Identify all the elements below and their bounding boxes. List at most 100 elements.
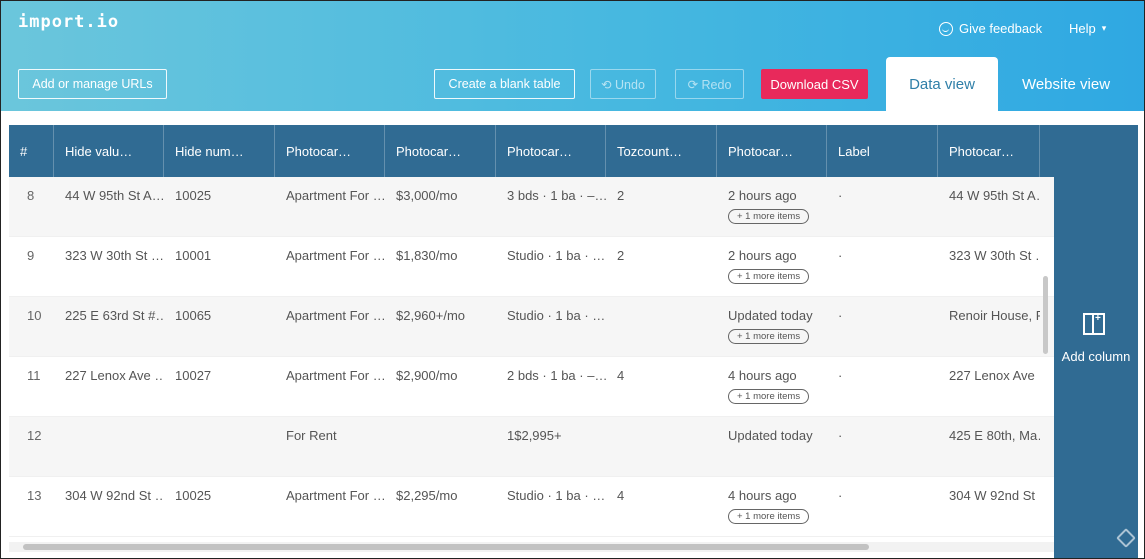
app-window: import.io Give feedback Help ▾ Add or ma… bbox=[0, 0, 1145, 559]
give-feedback-label: Give feedback bbox=[959, 21, 1043, 36]
table-row[interactable]: 13 304 W 92nd St … 10025 Apartment For …… bbox=[9, 477, 1054, 537]
table-cell[interactable]: 1$2,995+ bbox=[496, 417, 606, 476]
give-feedback-link[interactable]: Give feedback bbox=[939, 21, 1042, 36]
column-header[interactable]: Label bbox=[827, 125, 938, 177]
add-manage-urls-button[interactable]: Add or manage URLs bbox=[18, 69, 167, 99]
table-cell[interactable]: · bbox=[827, 357, 938, 416]
table-body: 8 44 W 95th St A… 10025 Apartment For … … bbox=[9, 177, 1054, 537]
table-cell[interactable]: 10025 bbox=[164, 177, 275, 236]
smiley-icon bbox=[939, 21, 953, 36]
cell-value: Updated today bbox=[728, 428, 813, 443]
table-row[interactable]: 8 44 W 95th St A… 10025 Apartment For … … bbox=[9, 177, 1054, 237]
table-cell[interactable]: 2 bbox=[606, 237, 717, 296]
vertical-scrollbar[interactable] bbox=[1043, 276, 1048, 354]
table-cell[interactable]: 227 Lenox Ave … bbox=[938, 357, 1040, 416]
table-cell[interactable]: Apartment For … bbox=[275, 357, 385, 416]
table-cell[interactable]: 425 E 80th, Ma… bbox=[938, 417, 1040, 476]
table-cell[interactable]: Updated today bbox=[717, 417, 827, 476]
table-cell[interactable]: 227 Lenox Ave … bbox=[54, 357, 164, 416]
row-number: 9 bbox=[27, 248, 35, 263]
table-cell[interactable]: 225 E 63rd St #… bbox=[54, 297, 164, 356]
table-cell[interactable]: $3,000/mo bbox=[385, 177, 496, 236]
table-cell[interactable]: 304 W 92nd St … bbox=[54, 477, 164, 536]
cell-value: 2 hours ago bbox=[728, 188, 797, 203]
help-menu[interactable]: Help ▾ bbox=[1069, 21, 1106, 36]
table-cell[interactable]: · bbox=[827, 297, 938, 356]
column-header[interactable]: Tozcount… bbox=[606, 125, 717, 177]
horizontal-scrollbar[interactable] bbox=[23, 544, 869, 550]
cell-value: Updated today bbox=[728, 308, 813, 323]
table-cell[interactable]: 2 bbox=[606, 177, 717, 236]
more-items-badge[interactable]: + 1 more items bbox=[728, 389, 810, 404]
table-cell[interactable] bbox=[606, 297, 717, 356]
table-cell[interactable]: 2 bds · 1 ba · –… bbox=[496, 357, 606, 416]
table-cell[interactable]: Renoir House, R bbox=[938, 297, 1040, 356]
table-cell[interactable]: 10025 bbox=[164, 477, 275, 536]
table-row[interactable]: 10 225 E 63rd St #… 10065 Apartment For … bbox=[9, 297, 1054, 357]
redo-button[interactable]: ⟳ Redo bbox=[675, 69, 744, 99]
table-cell[interactable] bbox=[54, 417, 164, 476]
table-cell[interactable]: 4 bbox=[606, 477, 717, 536]
table-cell[interactable]: 4 hours ago + 1 more items bbox=[717, 477, 827, 536]
column-header[interactable]: Hide valu… bbox=[54, 125, 164, 177]
table-cell[interactable]: Updated today + 1 more items bbox=[717, 297, 827, 356]
table-cell[interactable]: Studio · 1 ba · … bbox=[496, 237, 606, 296]
row-number: 12 bbox=[27, 428, 42, 443]
cell-value: 4 hours ago bbox=[728, 368, 797, 383]
table-cell[interactable]: Studio · 1 ba · … bbox=[496, 297, 606, 356]
add-column-label: Add column bbox=[1061, 349, 1131, 364]
app-logo: import.io bbox=[18, 12, 120, 32]
column-header[interactable]: # bbox=[9, 125, 54, 177]
table-cell[interactable]: 10001 bbox=[164, 237, 275, 296]
table-cell[interactable]: 44 W 95th St A… bbox=[938, 177, 1040, 236]
undo-button[interactable]: ⟲ Undo bbox=[590, 69, 656, 99]
table-cell[interactable]: · bbox=[827, 417, 938, 476]
table-cell[interactable]: 4 bbox=[606, 357, 717, 416]
more-items-badge[interactable]: + 1 more items bbox=[728, 329, 810, 344]
table-cell[interactable]: · bbox=[827, 477, 938, 536]
table-cell[interactable]: 2 hours ago + 1 more items bbox=[717, 237, 827, 296]
table-cell[interactable]: Apartment For … bbox=[275, 177, 385, 236]
table-cell[interactable]: $2,900/mo bbox=[385, 357, 496, 416]
table-cell[interactable]: 3 bds · 1 ba · –… bbox=[496, 177, 606, 236]
table-cell[interactable]: · bbox=[827, 177, 938, 236]
table-cell[interactable]: Apartment For … bbox=[275, 477, 385, 536]
table-cell[interactable]: 10065 bbox=[164, 297, 275, 356]
table-cell[interactable] bbox=[164, 417, 275, 476]
download-csv-button[interactable]: Download CSV bbox=[761, 69, 868, 99]
column-header[interactable]: Photocar… bbox=[385, 125, 496, 177]
table-row[interactable]: 9 323 W 30th St … 10001 Apartment For … … bbox=[9, 237, 1054, 297]
table-cell[interactable]: Studio · 1 ba · … bbox=[496, 477, 606, 536]
column-header[interactable]: Hide num… bbox=[164, 125, 275, 177]
table-cell[interactable]: 304 W 92nd St … bbox=[938, 477, 1040, 536]
table-cell[interactable]: Apartment For … bbox=[275, 297, 385, 356]
create-blank-table-button[interactable]: Create a blank table bbox=[434, 69, 575, 99]
table-cell[interactable]: 4 hours ago + 1 more items bbox=[717, 357, 827, 416]
table-cell[interactable]: 323 W 30th St … bbox=[938, 237, 1040, 296]
table-cell[interactable]: $2,295/mo bbox=[385, 477, 496, 536]
table-cell[interactable]: · bbox=[827, 237, 938, 296]
column-header[interactable]: Photocar… bbox=[496, 125, 606, 177]
table-row[interactable]: 12 For Rent 1$2,995+ Updated today · 425… bbox=[9, 417, 1054, 477]
table-cell[interactable]: $2,960+/mo bbox=[385, 297, 496, 356]
more-items-badge[interactable]: + 1 more items bbox=[728, 209, 810, 224]
table-cell[interactable] bbox=[606, 417, 717, 476]
table-cell[interactable]: 323 W 30th St … bbox=[54, 237, 164, 296]
table-cell[interactable]: Apartment For … bbox=[275, 237, 385, 296]
table-cell[interactable]: For Rent bbox=[275, 417, 385, 476]
add-column-button[interactable]: Add column bbox=[1054, 125, 1138, 558]
table-cell[interactable]: $1,830/mo bbox=[385, 237, 496, 296]
column-header[interactable]: Photocar… bbox=[938, 125, 1040, 177]
tab-data-view[interactable]: Data view bbox=[886, 57, 998, 111]
tab-website-view[interactable]: Website view bbox=[1006, 57, 1126, 111]
table-cell[interactable]: 10027 bbox=[164, 357, 275, 416]
column-header[interactable]: Photocar… bbox=[717, 125, 827, 177]
table-row[interactable]: 11 227 Lenox Ave … 10027 Apartment For …… bbox=[9, 357, 1054, 417]
table-cell[interactable]: 2 hours ago + 1 more items bbox=[717, 177, 827, 236]
table-cell[interactable] bbox=[385, 417, 496, 476]
table-cell[interactable]: 44 W 95th St A… bbox=[54, 177, 164, 236]
column-header[interactable]: Photocar… bbox=[275, 125, 385, 177]
more-items-badge[interactable]: + 1 more items bbox=[728, 509, 810, 524]
row-number: 11 bbox=[27, 368, 41, 383]
more-items-badge[interactable]: + 1 more items bbox=[728, 269, 810, 284]
